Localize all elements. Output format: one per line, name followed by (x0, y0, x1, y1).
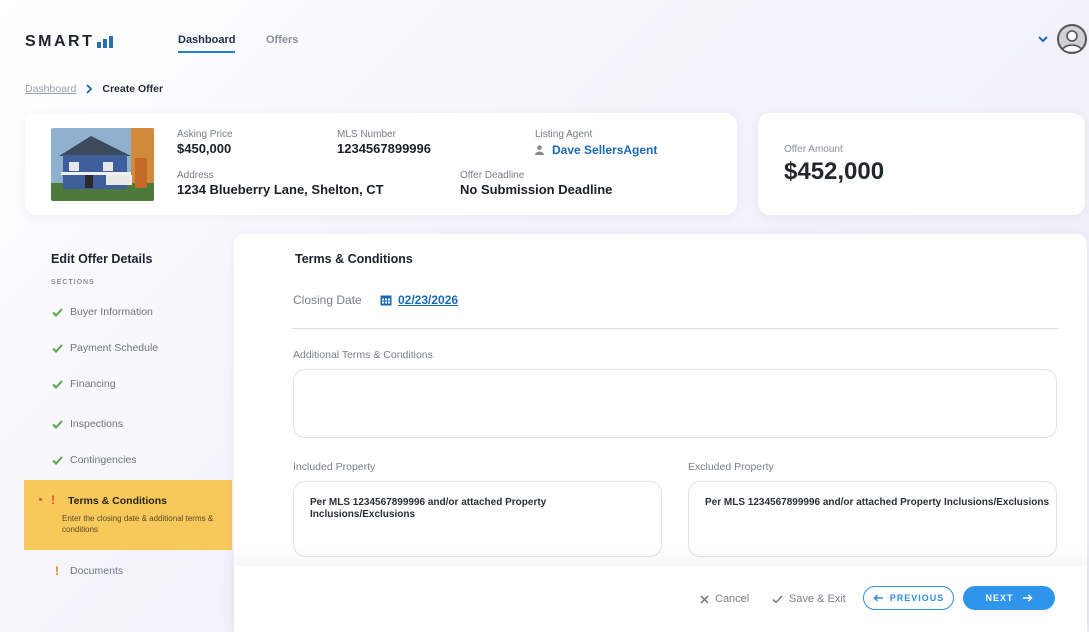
sidebar-item-label: Documents (70, 565, 124, 577)
sidebar-item-label: Financing (70, 378, 116, 390)
save-exit-label: Save & Exit (789, 593, 846, 605)
arrow-right-icon (1022, 594, 1033, 602)
sidebar-item-label: Terms & Conditions (68, 495, 167, 507)
checkmark-icon (51, 418, 63, 430)
sidebar-item-label: Contingencies (70, 454, 137, 466)
listing-agent-link[interactable]: Dave SellersAgent (552, 143, 657, 157)
sidebar-item-payment-schedule[interactable]: Payment Schedule (51, 342, 158, 354)
sidebar-item-inspections[interactable]: Inspections (51, 418, 123, 430)
listing-agent-label: Listing Agent (535, 129, 593, 140)
tab-offers[interactable]: Offers (266, 34, 298, 46)
active-dot-icon (39, 498, 42, 501)
form-footer (234, 566, 1087, 632)
checkmark-icon (51, 454, 63, 466)
sidebar-item-financing[interactable]: Financing (51, 378, 116, 390)
save-exit-button[interactable]: Save & Exit (772, 593, 846, 605)
offer-amount-value: $452,000 (784, 158, 885, 185)
calendar-icon (380, 295, 392, 306)
address-value: 1234 Blueberry Lane, Shelton, CT (177, 182, 384, 197)
offer-amount-label: Offer Amount (784, 144, 843, 155)
asking-price-label: Asking Price (177, 129, 233, 140)
previous-label: PREVIOUS (889, 593, 945, 603)
user-avatar-icon[interactable] (1057, 24, 1087, 54)
checkmark-icon (772, 594, 783, 604)
top-navigation: SMART Dashboard Offers (0, 0, 1089, 70)
asking-price-value: $450,000 (177, 141, 232, 156)
cancel-button[interactable]: Cancel (700, 593, 749, 605)
offer-deadline-value: No Submission Deadline (460, 182, 613, 197)
listing-summary-card: Asking Price $450,000 MLS Number 1234567… (25, 113, 737, 215)
sidebar-item-label: Payment Schedule (70, 342, 159, 354)
chevron-right-icon (86, 84, 93, 94)
sidebar-item-buyer-information[interactable]: Buyer Information (51, 306, 153, 318)
listing-agent-field: Listing Agent Dave SellersAgent (535, 129, 657, 157)
excluded-property-label: Excluded Property (688, 461, 774, 473)
property-photo (51, 128, 154, 201)
next-button[interactable]: NEXT (963, 586, 1055, 610)
checkmark-icon (51, 342, 63, 354)
chevron-down-icon[interactable] (1036, 32, 1050, 46)
closing-date-label: Closing Date (293, 293, 362, 307)
address-field: Address 1234 Blueberry Lane, Shelton, CT (177, 170, 384, 198)
offer-deadline-label: Offer Deadline (460, 170, 525, 181)
cancel-label: Cancel (715, 593, 750, 605)
mls-number-label: MLS Number (337, 129, 396, 140)
offer-amount-card: Offer Amount $452,000 (758, 113, 1085, 215)
address-label: Address (177, 170, 214, 181)
sidebar-title: Edit Offer Details (51, 252, 153, 266)
sidebar-item-label: Buyer Information (70, 306, 153, 318)
section-title: Terms & Conditions (295, 252, 413, 266)
sidebar-subtitle: SECTIONS (51, 279, 95, 286)
person-icon (535, 145, 544, 155)
previous-button[interactable]: PREVIOUS (863, 586, 954, 610)
close-icon (700, 594, 709, 604)
checkmark-icon (51, 378, 63, 390)
arrow-left-icon (873, 594, 883, 602)
closing-date-picker[interactable]: 02/23/2026 (380, 293, 458, 307)
checkmark-icon (51, 306, 63, 318)
breadcrumb: Dashboard Create Offer (25, 83, 163, 95)
mls-number-value: 1234567899996 (337, 141, 431, 156)
closing-date-value[interactable]: 02/23/2026 (398, 293, 458, 307)
sidebar-item-label: Inspections (70, 418, 124, 430)
offer-deadline-field: Offer Deadline No Submission Deadline (460, 170, 612, 198)
additional-terms-textarea[interactable] (293, 369, 1057, 438)
additional-terms-label: Additional Terms & Conditions (293, 349, 433, 361)
asking-price-field: Asking Price $450,000 (177, 129, 233, 157)
included-property-label: Included Property (293, 461, 376, 473)
warning-icon: ! (51, 493, 55, 507)
next-label: NEXT (985, 593, 1014, 603)
excluded-property-textarea[interactable]: Per MLS 1234567899996 and/or attached Pr… (688, 481, 1057, 557)
tab-dashboard[interactable]: Dashboard (178, 34, 236, 53)
logo-text: SMART (25, 33, 95, 50)
warning-icon: ! (55, 564, 59, 578)
included-property-textarea[interactable]: Per MLS 1234567899996 and/or attached Pr… (293, 481, 662, 557)
mls-number-field: MLS Number 1234567899996 (337, 129, 431, 157)
app-logo[interactable]: SMART (25, 33, 114, 51)
sidebar-item-terms-conditions[interactable]: ! Terms & Conditions Enter the closing d… (24, 480, 232, 550)
sidebar-item-documents[interactable]: ! Documents (51, 564, 124, 578)
breadcrumb-current: Create Offer (102, 83, 164, 95)
divider (292, 328, 1058, 329)
logo-bars-icon (97, 36, 114, 48)
sidebar-item-contingencies[interactable]: Contingencies (51, 454, 137, 466)
sidebar-item-description: Enter the closing date & additional term… (62, 514, 214, 534)
breadcrumb-dashboard-link[interactable]: Dashboard (25, 83, 76, 95)
